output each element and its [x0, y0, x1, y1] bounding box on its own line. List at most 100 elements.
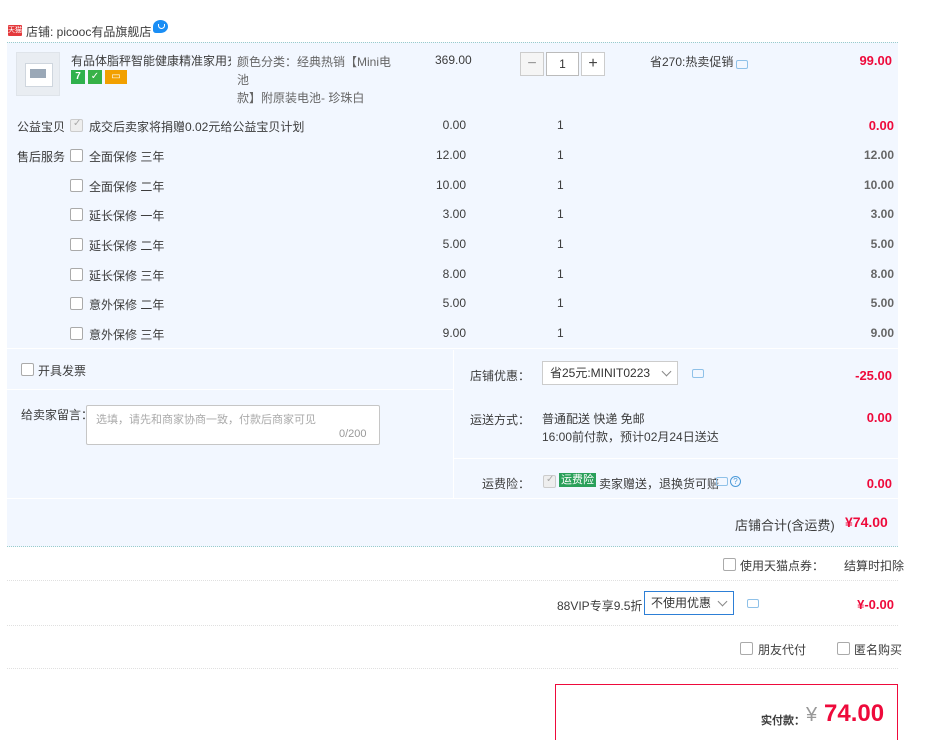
charity-total: 0.00 [868, 118, 894, 133]
coupon-select[interactable]: 省25元:MINIT0223 [542, 361, 678, 385]
insurance-chat-icon[interactable] [716, 477, 728, 486]
warranty-checkbox[interactable] [70, 149, 83, 162]
sku-line-1: 颜色分类：经典热销【Mini电池 [237, 55, 392, 87]
coupon-value: -25.00 [855, 368, 892, 383]
vip-value: ¥-0.00 [857, 597, 894, 612]
product-total: 99.00 [859, 53, 892, 68]
quantity-input[interactable]: 1 [546, 52, 579, 76]
freight-insurance-checkbox [543, 474, 556, 488]
section-divider [7, 498, 898, 499]
warranty-price: 10.00 [435, 178, 466, 192]
warranty-qty: 1 [557, 296, 564, 310]
product-sku: 颜色分类：经典热销【Mini电池 款】附原装电池- 珍珠白 [237, 53, 397, 107]
promo-info-icon[interactable] [736, 60, 748, 69]
shipping-label: 运送方式： [470, 413, 531, 427]
help-icon[interactable]: ? [730, 476, 741, 487]
warranty-total: 12.00 [863, 148, 894, 162]
shop-total-value: ¥74.00 [845, 514, 888, 530]
warranty-name: 全面保修 二年 [89, 180, 165, 194]
shipping-info: 普通配送 快递 免邮 16:00前付款，预计02月24日送达 [542, 410, 719, 446]
quantity-minus-button[interactable]: − [520, 52, 544, 76]
promo-text: 省270:热卖促销 [650, 55, 734, 69]
warranty-name: 延长保修 三年 [89, 269, 165, 283]
warranty-total: 5.00 [870, 296, 894, 310]
warranty-qty: 1 [557, 148, 564, 162]
sku-line-2: 款】附原装电池- 珍珠白 [237, 91, 365, 105]
message-char-count: 0/200 [339, 428, 367, 440]
warranty-checkbox[interactable] [70, 238, 83, 251]
tmall-points-note: 结算时扣除 [844, 559, 905, 573]
divider [7, 668, 898, 669]
warranty-price: 3.00 [442, 207, 466, 221]
friend-pay-label[interactable]: 朋友代付 [758, 641, 806, 658]
warranty-price: 8.00 [442, 267, 466, 281]
divider [7, 580, 898, 581]
warranty-total: 9.00 [870, 326, 894, 340]
freight-insurance-value: 0.00 [866, 476, 892, 491]
shipping-eta: 16:00前付款，预计02月24日送达 [542, 430, 719, 444]
shop-name[interactable]: 店铺: picooc有品旗舰店 [26, 23, 151, 40]
charity-price: 0.00 [442, 118, 466, 132]
warranty-qty: 1 [557, 207, 564, 221]
coupon-info-icon[interactable] [692, 369, 704, 378]
tmall-points-label[interactable]: 使用天猫点券： [740, 557, 824, 574]
coupon-selected: 省25元:MINIT0223 [550, 366, 651, 380]
tmall-badge: 天猫 [8, 25, 22, 36]
warranty-checkbox[interactable] [70, 179, 83, 192]
vip-selected: 不使用优惠 [651, 596, 712, 610]
message-label: 给卖家留言： [21, 408, 94, 422]
quantity-plus-button[interactable]: + [581, 52, 605, 76]
warranty-price: 5.00 [442, 237, 466, 251]
warranty-total: 10.00 [863, 178, 894, 192]
warranty-name: 延长保修 一年 [89, 209, 165, 223]
shipping-method: 普通配送 快递 免邮 [542, 412, 645, 426]
payment-currency: ¥ [806, 704, 818, 726]
shop-total-label: 店铺合计(含运费) [735, 518, 835, 533]
freight-insurance-badge: 运费险 [559, 473, 596, 487]
message-placeholder: 选填，请先和商家协商一致，付款后商家可见 [96, 414, 316, 426]
charity-checkbox [70, 118, 83, 132]
warranty-name: 意外保修 三年 [89, 328, 165, 342]
divider [7, 625, 898, 626]
coupon-label: 店铺优惠： [470, 369, 531, 383]
seven-day-return-icon: 7 [71, 70, 85, 84]
warranty-checkbox[interactable] [70, 297, 83, 310]
warranty-checkbox[interactable] [70, 327, 83, 340]
warranty-qty: 1 [557, 326, 564, 340]
warranty-total: 5.00 [870, 237, 894, 251]
charity-label: 公益宝贝 [17, 120, 66, 134]
warranty-price: 9.00 [442, 326, 466, 340]
friend-pay-checkbox[interactable] [740, 642, 753, 655]
guarantee-icon: ✓ [88, 70, 102, 84]
wangwang-chat-icon[interactable] [153, 20, 168, 33]
section-divider [453, 458, 898, 459]
warranty-checkbox[interactable] [70, 268, 83, 281]
invoice-checkbox[interactable] [21, 363, 34, 376]
warranty-price: 12.00 [435, 148, 466, 162]
unit-price: 369.00 [435, 53, 472, 67]
anonymous-checkbox[interactable] [837, 642, 850, 655]
anonymous-label[interactable]: 匿名购买 [854, 641, 902, 658]
chevron-down-icon [717, 596, 728, 607]
invoice-label[interactable]: 开具发票 [38, 362, 86, 379]
warranty-total: 8.00 [870, 267, 894, 281]
payment-label: 实付款： [761, 715, 805, 727]
warranty-qty: 1 [557, 237, 564, 251]
warranty-checkbox[interactable] [70, 208, 83, 221]
warranty-total: 3.00 [870, 207, 894, 221]
shipping-value: 0.00 [866, 410, 892, 425]
section-divider [7, 348, 898, 349]
charity-qty: 1 [557, 118, 564, 132]
card-payment-icon: ▭ [105, 70, 127, 84]
product-image[interactable] [16, 52, 60, 96]
freight-insurance-label: 运费险： [481, 477, 530, 491]
product-title[interactable]: 有品体脂秤智能健康精准家用充... [71, 53, 231, 69]
payment-value: 74.00 [824, 700, 885, 727]
after-sales-label: 售后服务 [17, 150, 66, 164]
vip-select[interactable]: 不使用优惠 [644, 591, 734, 615]
tmall-points-checkbox[interactable] [723, 558, 736, 571]
warranty-qty: 1 [557, 178, 564, 192]
warranty-name: 延长保修 二年 [89, 239, 165, 253]
warranty-name: 全面保修 三年 [89, 150, 165, 164]
vip-info-icon[interactable] [747, 599, 759, 608]
